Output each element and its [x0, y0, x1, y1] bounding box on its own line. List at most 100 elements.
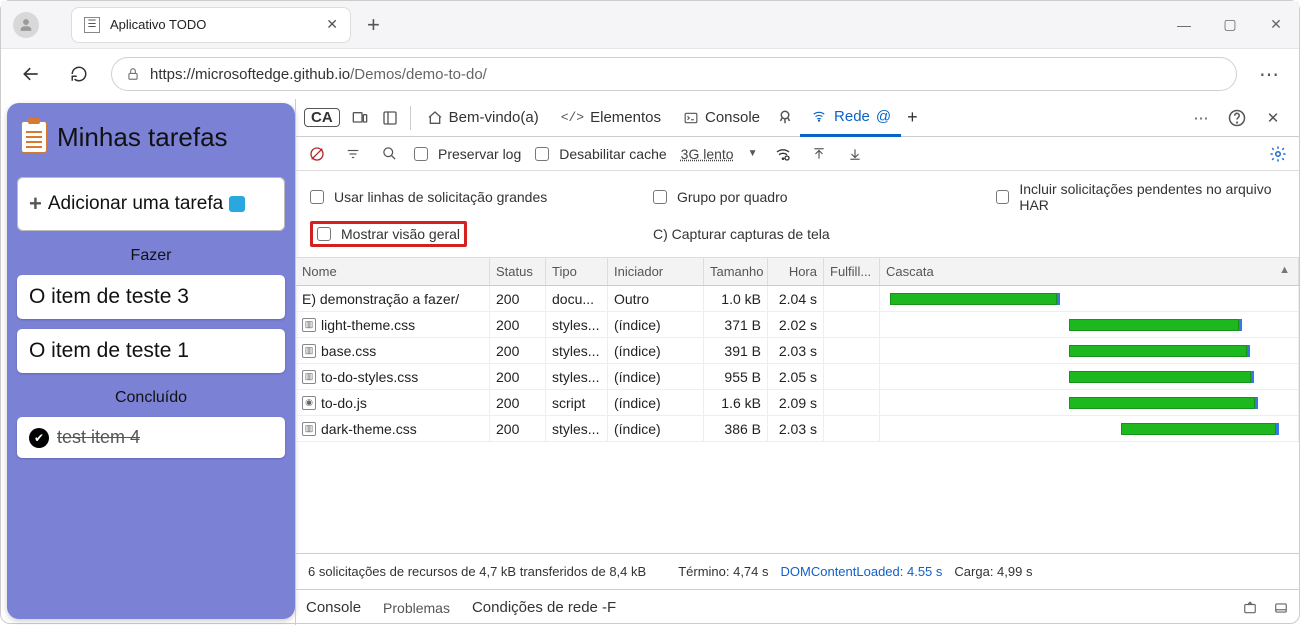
network-row[interactable]: E) demonstração a fazer/200docu...Outro1…	[296, 286, 1299, 312]
address-bar-row: https://microsoftedge.github.io/Demos/de…	[1, 49, 1299, 99]
window-controls: — ▢ ✕	[1161, 1, 1299, 49]
disable-cache-checkbox[interactable]: Desabilitar cache	[535, 146, 666, 162]
summary-finish: Término: 4,74 s	[678, 564, 768, 579]
tab-sources[interactable]	[772, 99, 798, 137]
record-button[interactable]	[306, 143, 328, 165]
summary-dcl: DOMContentLoaded: 4.55 s	[781, 564, 943, 579]
network-summary: 6 solicitações de recursos de 4,7 kB tra…	[296, 553, 1299, 589]
network-options: Usar linhas de solicitação grandes Grupo…	[296, 171, 1299, 258]
opt-large-rows[interactable]: Usar linhas de solicitação grandes	[310, 181, 603, 213]
task-item[interactable]: O item de teste 1	[17, 329, 285, 373]
search-icon[interactable]	[378, 143, 400, 165]
tab-console[interactable]: Console	[673, 99, 770, 137]
task-done-text: test item 4	[57, 427, 140, 448]
back-button[interactable]	[15, 58, 47, 90]
import-har-icon[interactable]	[808, 143, 830, 165]
devtools-tabbar: CA Bem-vindo(a) </> Elementos Console	[296, 99, 1299, 137]
help-icon[interactable]	[1223, 104, 1251, 132]
tab-welcome-label: Bem-vindo(a)	[449, 109, 539, 126]
task-item-done[interactable]: ✔ test item 4	[17, 417, 285, 458]
section-done: Concluído	[17, 383, 285, 407]
network-table-body: E) demonstração a fazer/200docu...Outro1…	[296, 286, 1299, 442]
network-toolbar: Preservar log Desabilitar cache 3G lento…	[296, 137, 1299, 171]
col-initiator[interactable]: Iniciador	[608, 258, 704, 285]
browser-tab[interactable]: ☰ Aplicativo TODO ✕	[71, 7, 351, 43]
throttle-select[interactable]: 3G lento	[681, 146, 734, 162]
tab-network[interactable]: Rede @	[800, 99, 901, 137]
drawer-netcond[interactable]: Condições de rede -F	[472, 599, 616, 616]
tab-close-icon[interactable]: ✕	[326, 16, 338, 33]
more-tools-button[interactable]: ⋯	[1187, 104, 1215, 132]
col-name[interactable]: Nome	[296, 258, 490, 285]
col-type[interactable]: Tipo	[546, 258, 608, 285]
checkmark-icon: ✔	[29, 428, 49, 448]
col-size[interactable]: Tamanho	[704, 258, 768, 285]
summary-counts: 6 solicitações de recursos de 4,7 kB tra…	[308, 564, 646, 579]
tab-welcome[interactable]: Bem-vindo(a)	[417, 99, 549, 137]
network-conditions-icon[interactable]	[772, 143, 794, 165]
app-header: Minhas tarefas	[17, 115, 285, 167]
file-type-icon: ◉	[302, 396, 316, 410]
network-row[interactable]: ▥base.css200styles...(índice)391 B2.03 s	[296, 338, 1299, 364]
opt-group-by-frame[interactable]: Grupo por quadro	[653, 181, 946, 213]
tab-network-at: @	[876, 108, 891, 125]
section-todo: Fazer	[17, 241, 285, 265]
preserve-log-checkbox[interactable]: Preservar log	[414, 146, 521, 162]
task-item[interactable]: O item de teste 3	[17, 275, 285, 319]
add-tab-button[interactable]: +	[903, 107, 922, 128]
tab-console-label: Console	[705, 109, 760, 126]
tab-title: Aplicativo TODO	[110, 17, 316, 32]
drawer-problems[interactable]: Problemas	[383, 600, 450, 616]
inspect-element-button[interactable]: CA	[304, 108, 340, 127]
tab-favicon: ☰	[84, 17, 100, 33]
filter-icon[interactable]	[342, 143, 364, 165]
clipboard-icon	[21, 121, 47, 153]
opt-screenshots[interactable]: C) Capturar capturas de tela	[653, 221, 946, 247]
opt-include-pending[interactable]: Incluir solicitações pendentes no arquiv…	[996, 181, 1289, 213]
summary-load: Carga: 4,99 s	[954, 564, 1032, 579]
drawer-dock-icon[interactable]	[1273, 601, 1289, 615]
devtools-close-button[interactable]: ✕	[1259, 104, 1287, 132]
devtools-pane: CA Bem-vindo(a) </> Elementos Console	[295, 99, 1299, 625]
drawer-console[interactable]: Console	[306, 599, 361, 616]
browser-menu-button[interactable]: ⋯	[1253, 62, 1285, 87]
network-table-header: Nome Status Tipo Iniciador Tamanho Hora …	[296, 258, 1299, 286]
tab-elements-label: Elementos	[590, 109, 661, 126]
plus-icon: +	[29, 191, 42, 217]
file-type-icon: ▥	[302, 318, 316, 332]
add-task-input[interactable]: + Adicionar uma tarefa	[17, 177, 285, 231]
address-bar[interactable]: https://microsoftedge.github.io/Demos/de…	[111, 57, 1237, 91]
file-type-icon: ▥	[302, 370, 316, 384]
network-row[interactable]: ▥dark-theme.css200styles...(índice)386 B…	[296, 416, 1299, 442]
export-har-icon[interactable]	[844, 143, 866, 165]
profile-avatar[interactable]	[13, 12, 39, 38]
col-time[interactable]: Hora	[768, 258, 824, 285]
close-button[interactable]: ✕	[1253, 1, 1299, 49]
file-type-icon: ▥	[302, 344, 316, 358]
col-fulfill[interactable]: Fulfill...	[824, 258, 880, 285]
sort-arrow-icon: ▲	[1279, 264, 1290, 276]
add-task-label: Adicionar uma tarefa	[48, 193, 223, 215]
device-toolbar-icon[interactable]	[346, 104, 374, 132]
network-row[interactable]: ▥light-theme.css200styles...(índice)371 …	[296, 312, 1299, 338]
new-tab-button[interactable]: +	[361, 12, 386, 38]
tab-elements[interactable]: </> Elementos	[551, 99, 671, 137]
devtools-drawer: Console Problemas Condições de rede -F	[296, 589, 1299, 625]
dock-icon[interactable]	[376, 104, 404, 132]
col-status[interactable]: Status	[490, 258, 546, 285]
cursor-indicator	[229, 196, 245, 212]
network-row[interactable]: ◉to-do.js200script(índice)1.6 kB2.09 s	[296, 390, 1299, 416]
opt-show-overview[interactable]: Mostrar visão geral	[310, 221, 467, 247]
maximize-button[interactable]: ▢	[1207, 1, 1253, 49]
refresh-button[interactable]	[63, 58, 95, 90]
app-title: Minhas tarefas	[57, 122, 228, 153]
network-row[interactable]: ▥to-do-styles.css200styles...(índice)955…	[296, 364, 1299, 390]
tab-network-label: Rede	[834, 108, 870, 125]
lock-icon	[126, 67, 140, 81]
drawer-expand-icon[interactable]	[1241, 601, 1259, 615]
file-type-icon: ▥	[302, 422, 316, 436]
col-waterfall[interactable]: Cascata▲	[880, 258, 1299, 285]
minimize-button[interactable]: —	[1161, 1, 1207, 49]
todo-app-pane: Minhas tarefas + Adicionar uma tarefa Fa…	[7, 103, 295, 619]
network-settings-icon[interactable]	[1267, 143, 1289, 165]
